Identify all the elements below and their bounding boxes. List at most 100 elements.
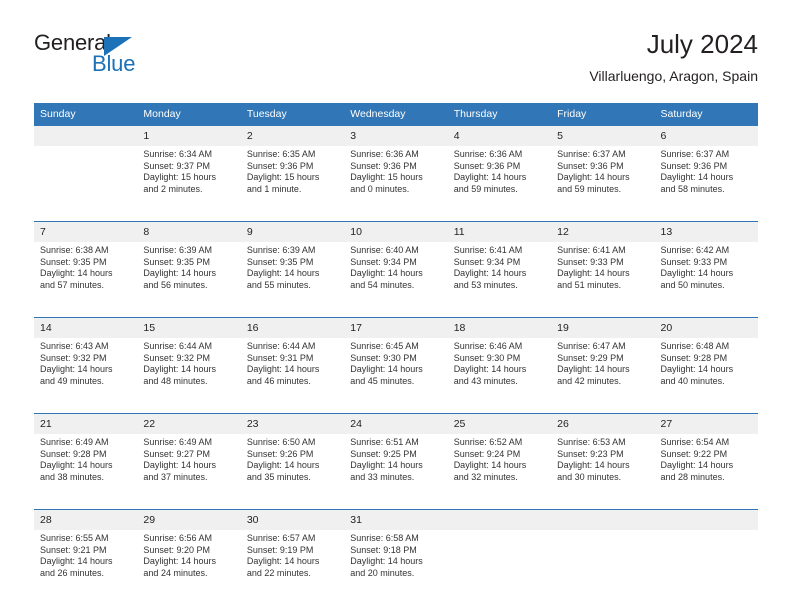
day-detail-cell[interactable]: Sunrise: 6:56 AM Sunset: 9:20 PM Daylight:… (137, 530, 241, 605)
day-detail-cell[interactable]: Sunrise: 6:47 AM Sunset: 9:29 PM Daylight:… (551, 338, 655, 413)
calendar-page: General Blue July 2024 Villarluengo, Ara… (0, 0, 792, 612)
day-number-cell[interactable]: 14 (34, 318, 138, 338)
day-sunrise-text: Sunrise: 6:52 AM (453, 437, 523, 447)
day-number-cell[interactable]: 18 (447, 318, 552, 338)
day-sunrise-text: Sunrise: 6:42 AM (660, 245, 730, 255)
day-number-cell[interactable]: 19 (551, 318, 655, 338)
day-number-cell[interactable]: 28 (34, 510, 138, 530)
day-number-cell[interactable]: 16 (240, 318, 345, 338)
day-number-cell[interactable]: 27 (654, 414, 758, 434)
empty-detail-cell (654, 530, 758, 605)
day-sunset-text: Sunset: 9:18 PM (350, 544, 417, 555)
day-detail-cell[interactable]: Sunrise: 6:41 AM Sunset: 9:34 PM Daylight:… (447, 242, 552, 317)
day-daylight-2-text: and 59 minutes. (557, 183, 622, 194)
day-daylight-2-text: and 45 minutes. (350, 375, 415, 386)
day-number-cell[interactable]: 2 (240, 126, 345, 146)
day-detail-cell[interactable]: Sunrise: 6:51 AM Sunset: 9:25 PM Daylight:… (344, 434, 448, 509)
logo-text-blue: Blue (92, 51, 136, 76)
day-detail-cell[interactable]: Sunrise: 6:49 AM Sunset: 9:27 PM Daylight:… (137, 434, 241, 509)
day-detail-cell[interactable]: Sunrise: 6:41 AM Sunset: 9:33 PM Daylight:… (551, 242, 655, 317)
day-detail-cell[interactable]: Sunrise: 6:44 AM Sunset: 9:32 PM Daylight:… (137, 338, 241, 413)
day-number-cell[interactable]: 11 (447, 222, 552, 242)
day-number-cell[interactable]: 13 (654, 222, 758, 242)
day-number-cell[interactable]: 8 (137, 222, 241, 242)
day-sunset-text: Sunset: 9:19 PM (246, 544, 314, 555)
day-number-cell[interactable]: 31 (344, 510, 448, 530)
day-detail-cell[interactable]: Sunrise: 6:52 AM Sunset: 9:24 PM Daylight:… (447, 434, 552, 509)
day-detail-cell[interactable]: Sunrise: 6:55 AM Sunset: 9:21 PM Daylight:… (34, 530, 138, 605)
day-sunrise-text: Sunrise: 6:45 AM (350, 341, 419, 351)
day-detail-cell[interactable]: Sunrise: 6:48 AM Sunset: 9:28 PM Daylight:… (654, 338, 758, 413)
day-detail-cell[interactable]: Sunrise: 6:49 AM Sunset: 9:28 PM Daylight:… (34, 434, 138, 509)
day-daylight-1-text: Daylight: 14 hours (143, 268, 216, 279)
day-detail-cell[interactable]: Sunrise: 6:42 AM Sunset: 9:33 PM Daylight:… (654, 242, 758, 317)
day-detail-cell[interactable]: Sunrise: 6:40 AM Sunset: 9:34 PM Daylight:… (344, 242, 448, 317)
day-detail-cell[interactable]: Sunrise: 6:39 AM Sunset: 9:35 PM Daylight:… (240, 242, 345, 317)
day-detail-cell[interactable]: Sunrise: 6:54 AM Sunset: 9:22 PM Daylight:… (654, 434, 758, 509)
day-number-cell[interactable]: 3 (344, 126, 448, 146)
day-daylight-1-text: Daylight: 14 hours (350, 268, 423, 279)
day-detail-cell[interactable]: Sunrise: 6:50 AM Sunset: 9:26 PM Daylight:… (240, 434, 345, 509)
day-number-cell[interactable]: 9 (240, 222, 345, 242)
day-sunrise-text: Sunrise: 6:37 AM (557, 149, 626, 159)
day-sunset-text: Sunset: 9:30 PM (453, 352, 521, 363)
day-detail-cell[interactable]: Sunrise: 6:58 AM Sunset: 9:18 PM Daylight:… (344, 530, 448, 605)
day-number-cell[interactable]: 10 (344, 222, 448, 242)
day-sunset-text: Sunset: 9:36 PM (350, 160, 417, 171)
day-sunset-text: Sunset: 9:36 PM (660, 160, 728, 171)
general-blue-logo[interactable]: General Blue (34, 32, 234, 84)
day-number-cell[interactable]: 21 (34, 414, 138, 434)
day-detail-cell[interactable]: Sunrise: 6:43 AM Sunset: 9:32 PM Daylight:… (34, 338, 138, 413)
day-sunset-text: Sunset: 9:36 PM (453, 160, 521, 171)
day-sunrise-text: Sunrise: 6:51 AM (350, 437, 419, 447)
day-detail-cell[interactable]: Sunrise: 6:38 AM Sunset: 9:35 PM Daylight:… (34, 242, 138, 317)
day-number-cell[interactable]: 23 (240, 414, 345, 434)
day-daylight-1-text: Daylight: 14 hours (557, 364, 630, 375)
day-sunset-text: Sunset: 9:31 PM (246, 352, 314, 363)
empty-detail-cell (34, 146, 138, 221)
day-sunrise-text: Sunrise: 6:40 AM (350, 245, 419, 255)
day-detail-cell[interactable]: Sunrise: 6:36 AM Sunset: 9:36 PM Daylight:… (447, 146, 552, 221)
day-number-cell[interactable]: 1 (137, 126, 241, 146)
day-sunset-text: Sunset: 9:29 PM (557, 352, 624, 363)
day-detail-cell[interactable]: Sunrise: 6:36 AM Sunset: 9:36 PM Daylight:… (344, 146, 448, 221)
day-detail-cell[interactable]: Sunrise: 6:53 AM Sunset: 9:23 PM Daylight:… (551, 434, 655, 509)
day-detail-cell[interactable]: Sunrise: 6:39 AM Sunset: 9:35 PM Daylight:… (137, 242, 241, 317)
day-number-cell[interactable]: 26 (551, 414, 655, 434)
day-number-cell[interactable]: 12 (551, 222, 655, 242)
day-number-cell[interactable]: 7 (34, 222, 138, 242)
day-number-cell[interactable]: 30 (240, 510, 345, 530)
day-daylight-2-text: and 38 minutes. (40, 471, 105, 482)
day-detail-cell[interactable]: Sunrise: 6:35 AM Sunset: 9:36 PM Daylight:… (240, 146, 345, 221)
day-number-cell[interactable]: 15 (137, 318, 241, 338)
day-sunset-text: Sunset: 9:34 PM (350, 256, 417, 267)
day-number-cell[interactable]: 24 (344, 414, 448, 434)
calendar-body: 1 2 3 4 5 6 Sunrise: 6:34 AM Sunset: 9:37 PM Day… (34, 126, 758, 605)
weekday-header-saturday: Saturday (654, 103, 758, 126)
day-detail-cell[interactable]: Sunrise: 6:37 AM Sunset: 9:36 PM Daylight:… (654, 146, 758, 221)
day-sunset-text: Sunset: 9:32 PM (143, 352, 210, 363)
day-detail-cell[interactable]: Sunrise: 6:57 AM Sunset: 9:19 PM Daylight:… (240, 530, 345, 605)
day-number-cell[interactable]: 29 (137, 510, 241, 530)
day-detail-cell[interactable]: Sunrise: 6:34 AM Sunset: 9:37 PM Daylight:… (137, 146, 241, 221)
day-daylight-1-text: Daylight: 14 hours (660, 364, 734, 375)
day-detail-cell[interactable]: Sunrise: 6:46 AM Sunset: 9:30 PM Daylight:… (447, 338, 552, 413)
day-detail-cell[interactable]: Sunrise: 6:44 AM Sunset: 9:31 PM Daylight:… (240, 338, 345, 413)
empty-day-cell (551, 510, 655, 530)
week-detail-row: Sunrise: 6:38 AM Sunset: 9:35 PM Daylight:… (34, 242, 758, 317)
day-number-cell[interactable]: 22 (137, 414, 241, 434)
day-sunset-text: Sunset: 9:32 PM (40, 352, 107, 363)
day-number-cell[interactable]: 4 (447, 126, 552, 146)
day-number-cell[interactable]: 5 (551, 126, 655, 146)
day-number-cell[interactable]: 20 (654, 318, 758, 338)
day-number-cell[interactable]: 25 (447, 414, 552, 434)
day-detail-cell[interactable]: Sunrise: 6:37 AM Sunset: 9:36 PM Daylight:… (551, 146, 655, 221)
day-sunset-text: Sunset: 9:27 PM (143, 448, 210, 459)
day-daylight-2-text: and 58 minutes. (660, 183, 725, 194)
day-sunrise-text: Sunrise: 6:50 AM (246, 437, 316, 447)
day-sunrise-text: Sunrise: 6:34 AM (143, 149, 212, 159)
day-number-cell[interactable]: 17 (344, 318, 448, 338)
week-detail-row: Sunrise: 6:43 AM Sunset: 9:32 PM Daylight:… (34, 338, 758, 413)
day-detail-cell[interactable]: Sunrise: 6:45 AM Sunset: 9:30 PM Daylight:… (344, 338, 448, 413)
day-number-cell[interactable]: 6 (654, 126, 758, 146)
